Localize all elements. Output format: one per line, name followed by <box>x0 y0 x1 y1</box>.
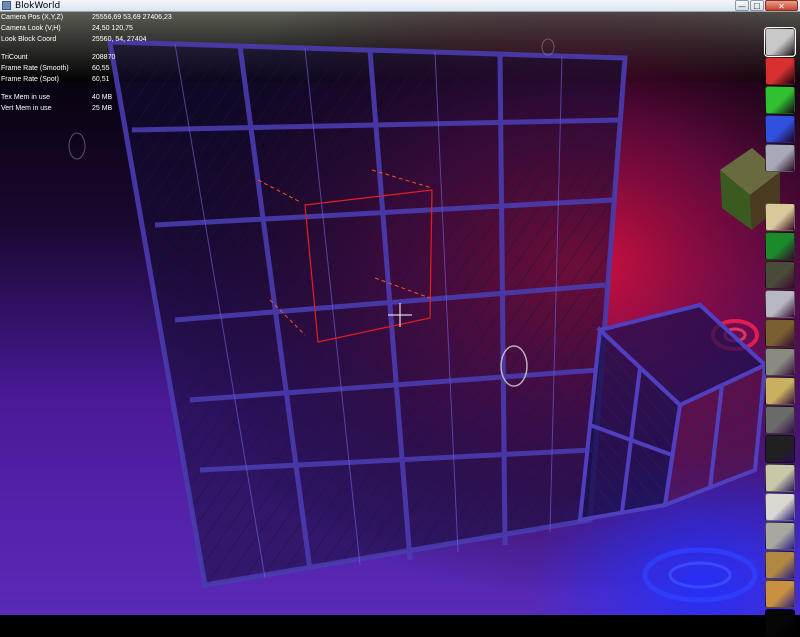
palette-slot[interactable] <box>765 57 795 85</box>
palette-slot[interactable] <box>765 203 795 231</box>
maximize-button[interactable]: ☐ <box>750 0 764 11</box>
close-button[interactable]: ✕ <box>765 0 798 11</box>
palette-slot[interactable] <box>765 406 795 434</box>
palette-slot[interactable] <box>765 464 795 492</box>
palette-slot[interactable] <box>765 261 795 289</box>
minimize-button[interactable]: — <box>735 0 749 11</box>
hud-label: Look Block Coord <box>1 36 57 43</box>
palette-slot[interactable] <box>765 290 795 318</box>
hud-label: Camera Pos (X,Y,Z) <box>1 14 64 21</box>
hud-label: Frame Rate (Spot) <box>1 76 59 83</box>
palette-slot[interactable] <box>765 348 795 376</box>
palette-slot[interactable] <box>765 232 795 260</box>
hud-value: 24,50 120,75 <box>92 25 133 32</box>
app-icon <box>2 1 11 10</box>
palette-slot[interactable] <box>765 86 795 114</box>
hud-value: 25560, 54, 27404 <box>92 36 147 43</box>
hud-label: Tex Mem in use <box>1 94 51 101</box>
window-titlebar[interactable]: BlokWorld — ☐ ✕ <box>0 0 800 12</box>
palette-slot[interactable] <box>765 609 795 637</box>
palette-slot[interactable] <box>765 319 795 347</box>
hud-value: 40 MB <box>92 94 113 101</box>
palette-slot[interactable] <box>764 27 796 57</box>
palette-slot[interactable] <box>765 580 795 608</box>
hud-value: 25556,69 53,69 27406,23 <box>92 14 172 21</box>
hud-value: 60,51 <box>92 76 110 83</box>
palette-slot[interactable] <box>765 144 795 172</box>
palette-slot[interactable] <box>765 493 795 521</box>
window-title: BlokWorld <box>15 1 61 11</box>
hud-value: 60,55 <box>92 65 110 72</box>
hud-value: 208870 <box>92 54 116 61</box>
palette-slot[interactable] <box>765 377 795 405</box>
palette-slot[interactable] <box>765 522 795 550</box>
hud-label: Vert Mem in use <box>1 105 52 112</box>
hud-label: Camera Look (V,H) <box>1 25 61 32</box>
hud-value: 25 MB <box>92 105 113 112</box>
hud-label: Frame Rate (Smooth) <box>1 65 69 72</box>
palette-slot[interactable] <box>765 551 795 579</box>
hud-label: TriCount <box>1 54 28 61</box>
palette-slot[interactable] <box>765 115 795 143</box>
game-viewport[interactable] <box>0 12 800 615</box>
palette-slot[interactable] <box>765 435 795 463</box>
